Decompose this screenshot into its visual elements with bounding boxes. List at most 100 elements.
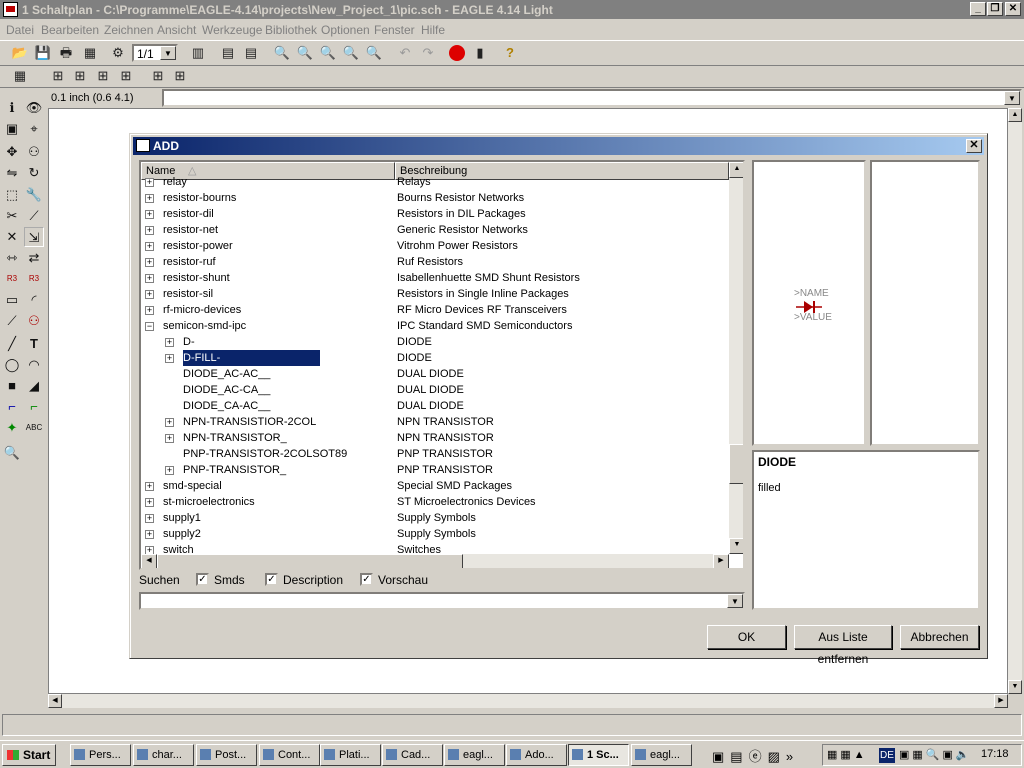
show-icon[interactable]: 👁 — [24, 98, 44, 118]
menu-optionen[interactable]: Optionen — [321, 23, 370, 37]
text-icon[interactable]: T — [24, 334, 44, 354]
restore-button[interactable]: ❐ — [987, 2, 1003, 16]
circle-icon[interactable]: ◯ — [2, 355, 22, 375]
menu-hilfe[interactable]: Hilfe — [421, 23, 445, 37]
layer-view-icon-2[interactable]: ⊞ — [70, 66, 90, 86]
value-icon[interactable]: R3 — [24, 269, 44, 289]
scroll-down-icon[interactable]: ▼ — [1008, 680, 1022, 694]
taskbar-button[interactable]: Post... — [196, 744, 257, 766]
polygon-icon[interactable]: ◢ — [24, 376, 44, 396]
layer-view-icon-3[interactable]: ⊞ — [93, 66, 113, 86]
taskbar-button[interactable]: 1 Sc... — [568, 744, 629, 766]
zoom-redraw-icon[interactable]: 🔍 — [341, 43, 361, 63]
expand-icon[interactable]: + — [145, 514, 154, 523]
tree-row[interactable]: − semicon-smd-ipc IPC Standard SMD Semicon… — [141, 318, 729, 334]
tree-row[interactable]: DIODE_AC-CA__ DUAL DIODE — [141, 382, 729, 398]
taskbar-button[interactable]: eagl... — [444, 744, 505, 766]
smds-checkbox[interactable]: ✓ — [196, 573, 209, 586]
expand-icon[interactable]: + — [145, 290, 154, 299]
erc-icon[interactable]: 🔍 — [2, 443, 22, 463]
language-indicator[interactable]: DE — [879, 748, 895, 763]
copy-icon[interactable]: ⚇ — [24, 142, 44, 162]
canvas-vertical-scrollbar[interactable]: ▲ ▼ — [1008, 108, 1022, 694]
desktop-icon[interactable]: ▣ — [712, 749, 730, 764]
search-input[interactable]: ▼ — [139, 592, 745, 610]
dialog-close-button[interactable]: ✕ — [966, 139, 982, 153]
help-icon[interactable]: ? — [500, 43, 520, 63]
save-icon[interactable]: 💾 — [33, 43, 53, 63]
taskbar-button[interactable]: Cad... — [382, 744, 443, 766]
taskbar-button[interactable]: eagl... — [631, 744, 692, 766]
expand-icon[interactable]: + — [165, 338, 174, 347]
app-icon[interactable]: ▨ — [768, 749, 786, 764]
close-button[interactable]: ✕ — [1005, 2, 1021, 16]
ok-button[interactable]: OK — [707, 625, 786, 649]
net-icon[interactable]: ⌐ — [24, 397, 44, 417]
menu-bearbeiten[interactable]: Bearbeiten — [41, 23, 99, 37]
tree-row[interactable]: + NPN-TRANSISTOR_ NPN TRANSISTOR — [141, 430, 729, 446]
miter-icon[interactable]: ◜ — [24, 290, 44, 310]
expand-icon[interactable]: + — [145, 226, 154, 235]
tree-row[interactable]: + resistor-dil Resistors in DIL Packages — [141, 206, 729, 222]
tree-row[interactable]: + resistor-sil Resistors in Single Inline … — [141, 286, 729, 302]
more-icon[interactable]: » — [786, 749, 799, 764]
stop-icon[interactable] — [447, 43, 467, 63]
add-icon[interactable]: ⇲ — [24, 227, 44, 247]
expand-icon[interactable]: + — [145, 194, 154, 203]
expand-icon[interactable]: + — [165, 354, 174, 363]
expand-icon[interactable]: + — [145, 530, 154, 539]
minimize-button[interactable]: _ — [970, 2, 986, 16]
scroll-up-icon[interactable]: ▲ — [1008, 108, 1022, 122]
cut-icon[interactable]: ✂ — [2, 206, 22, 226]
split-icon[interactable]: ⟋ — [2, 311, 22, 331]
expand-icon[interactable]: + — [145, 274, 154, 283]
name-icon[interactable]: R3 — [2, 269, 22, 289]
tray-icons[interactable]: ▦▦▲ — [827, 748, 868, 761]
change-icon[interactable]: 🔧 — [24, 185, 44, 205]
tree-row[interactable]: + relay Relays — [141, 174, 729, 190]
paste-icon[interactable]: ⟋ — [24, 206, 44, 226]
bus-icon[interactable]: ⌐ — [2, 397, 22, 417]
zoom-select-icon[interactable]: 🔍 — [364, 43, 384, 63]
tree-row[interactable]: + resistor-net Generic Resistor Networks — [141, 222, 729, 238]
tree-row[interactable]: PNP-TRANSISTOR-2COLSOT89 PNP TRANSISTOR — [141, 446, 729, 462]
tree-row[interactable]: + resistor-power Vitrohm Power Resistors — [141, 238, 729, 254]
scroll-left-icon[interactable]: ◀ — [48, 694, 62, 708]
expand-icon[interactable]: + — [165, 466, 174, 475]
tree-row[interactable]: DIODE_AC-AC__ DUAL DIODE — [141, 366, 729, 382]
mirror-icon[interactable]: ⇋ — [2, 163, 22, 183]
list-horizontal-scrollbar[interactable]: ◀ ▶ — [141, 554, 729, 568]
expand-icon[interactable]: + — [145, 482, 154, 491]
layer-view-icon-5[interactable]: ⊞ — [148, 66, 168, 86]
taskbar-button[interactable]: char... — [133, 744, 194, 766]
tree-row[interactable]: + smd-special Special SMD Packages — [141, 478, 729, 494]
expand-icon[interactable]: + — [145, 258, 154, 267]
undo-icon[interactable]: ↶ — [395, 43, 415, 63]
wire-icon[interactable]: ╱ — [2, 334, 22, 354]
list-scroll-thumb[interactable] — [729, 444, 743, 484]
expand-icon[interactable]: + — [165, 418, 174, 427]
cancel-button[interactable]: Abbrechen — [900, 625, 979, 649]
cam-icon[interactable]: ▦ — [80, 43, 100, 63]
collapse-icon[interactable]: − — [145, 322, 154, 331]
smash-icon[interactable]: ▭ — [2, 290, 22, 310]
tree-row[interactable]: + supply2 Supply Symbols — [141, 526, 729, 542]
zoom-out-icon[interactable]: 🔍 — [318, 43, 338, 63]
tree-row[interactable]: + D-FILL- DIODE — [141, 350, 729, 366]
scroll-right-icon[interactable]: ▶ — [994, 694, 1008, 708]
menu-zeichnen[interactable]: Zeichnen — [104, 23, 153, 37]
chevron-down-icon[interactable]: ▼ — [1004, 91, 1020, 105]
mark-icon[interactable]: ⌖ — [24, 119, 44, 139]
chevron-down-icon[interactable]: ▼ — [160, 46, 176, 60]
library-tree-list[interactable]: Name △ Beschreibung + relay Relays + resisto… — [139, 160, 745, 570]
library-icon[interactable]: ▥ — [188, 43, 208, 63]
list-hscroll-thumb[interactable] — [157, 554, 463, 568]
go-icon[interactable]: ▮ — [470, 43, 490, 63]
print-icon[interactable]: 🖶 — [56, 43, 76, 63]
open-icon[interactable]: 📂 — [10, 43, 30, 63]
scroll-down-icon[interactable]: ▼ — [729, 538, 743, 554]
replace-icon[interactable]: ⇄ — [24, 248, 44, 268]
tray-icons-2[interactable]: ▣▦🔍▣🔈 — [899, 748, 973, 761]
info-icon[interactable]: ℹ — [2, 98, 22, 118]
start-button[interactable]: Start — [2, 744, 56, 766]
